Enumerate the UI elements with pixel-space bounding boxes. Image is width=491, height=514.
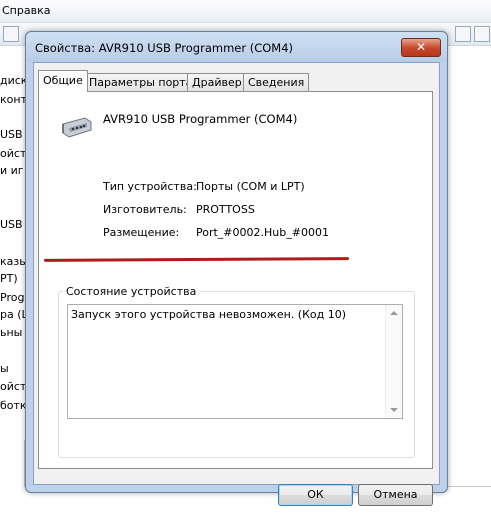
- tree-item[interactable]: казы: [0, 255, 28, 268]
- device-name: AVR910 USB Programmer (COM4): [103, 112, 298, 126]
- status-scrollbar[interactable]: [385, 305, 402, 418]
- toolbar-button-icon[interactable]: [455, 26, 471, 42]
- manufacturer-label: Изготовитель:: [103, 203, 187, 216]
- tab-port-settings[interactable]: Параметры порта: [84, 73, 198, 91]
- tree-item[interactable]: USB: [0, 128, 23, 141]
- manufacturer-value: PROTTOSS: [196, 203, 255, 216]
- device-properties-dialog: Свойства: AVR910 USB Programmer (COM4) ✕…: [25, 31, 448, 506]
- tree-item[interactable]: и иг: [0, 164, 24, 177]
- scroll-down-icon[interactable]: [390, 408, 398, 412]
- ok-button[interactable]: ОК: [278, 484, 353, 506]
- tree-item[interactable]: ьны: [0, 326, 22, 339]
- tree-item[interactable]: ы: [0, 362, 9, 375]
- close-icon: ✕: [415, 40, 427, 54]
- tree-item[interactable]: USB: [0, 218, 23, 231]
- device-status-text: Запуск этого устройства невозможен. (Код…: [71, 308, 346, 321]
- dialog-client-area: Общие Параметры порта Драйвер Сведения A…: [33, 62, 440, 506]
- close-button[interactable]: ✕: [401, 38, 441, 57]
- tab-details[interactable]: Сведения: [243, 73, 310, 91]
- tab-general[interactable]: Общие: [38, 70, 88, 92]
- toolbar-button-icon[interactable]: [474, 26, 490, 42]
- toolbar-button-icon[interactable]: [3, 26, 19, 42]
- tree-item[interactable]: ра (L: [0, 308, 28, 321]
- tree-item[interactable]: PT): [0, 272, 18, 285]
- tree-item[interactable]: ботк: [0, 399, 27, 412]
- menu-help[interactable]: Справка: [2, 4, 50, 17]
- location-label: Размещение:: [103, 226, 180, 239]
- background-menubar: Справка: [0, 0, 491, 23]
- device-status-label: Состояние устройства: [63, 285, 200, 298]
- serial-port-connector-icon: [62, 117, 92, 138]
- tree-item[interactable]: Prog: [0, 291, 24, 304]
- dialog-title: Свойства: AVR910 USB Programmer (COM4): [35, 41, 294, 55]
- dialog-titlebar[interactable]: Свойства: AVR910 USB Programmer (COM4) ✕: [26, 32, 447, 62]
- tab-driver[interactable]: Драйвер: [187, 73, 247, 91]
- location-value: Port_#0002.Hub_#0001: [196, 226, 329, 239]
- tree-item[interactable]: ойст: [0, 380, 26, 393]
- device-type-value: Порты (COM и LPT): [196, 180, 305, 193]
- cancel-button[interactable]: Отмена: [358, 484, 433, 506]
- device-status-textbox[interactable]: Запуск этого устройства невозможен. (Код…: [67, 304, 403, 419]
- device-type-label: Тип устройства:: [103, 180, 197, 193]
- scroll-up-icon[interactable]: [390, 311, 398, 315]
- general-tab-panel: AVR910 USB Programmer (COM4) Тип устройс…: [38, 91, 433, 469]
